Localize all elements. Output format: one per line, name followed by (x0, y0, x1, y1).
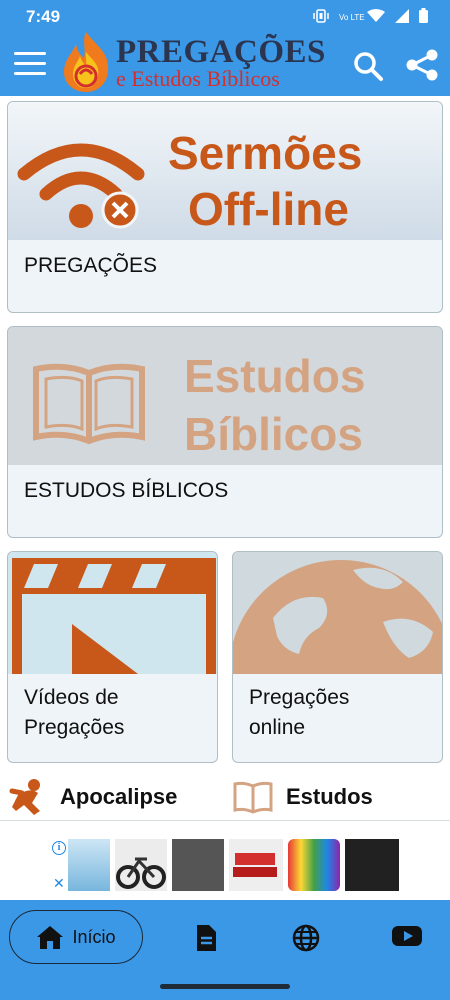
menu-button[interactable] (14, 52, 46, 78)
banner-line2: Bíblicos (184, 408, 363, 460)
video-clapper-icon (12, 558, 216, 674)
menu-icon (14, 52, 46, 75)
running-figure-icon (9, 779, 40, 815)
card-label: PREGAÇÕES (24, 254, 158, 277)
banner-line1: Estudos (184, 350, 366, 402)
app-subtitle: e Estudos Bíblicos (116, 66, 280, 91)
home-icon (37, 926, 64, 949)
ad-product-image (172, 839, 224, 891)
banner-line2: Off-line (188, 183, 349, 235)
gesture-bar (0, 976, 450, 1000)
wifi-off-icon (17, 143, 145, 229)
video-banner (8, 552, 217, 674)
wifi-status-icon (367, 8, 385, 28)
book-icon (33, 363, 145, 445)
ad-info-icon[interactable]: i (52, 841, 66, 855)
status-icons: Vo LTE (313, 8, 428, 28)
document-icon (197, 925, 216, 951)
card-label-line2: online (249, 716, 306, 739)
shortcut-estudos[interactable]: Estudos (232, 775, 373, 819)
divider (0, 820, 450, 821)
ad-close-icon[interactable]: ✕ (53, 875, 65, 892)
card-pregacoes[interactable]: Sermões Off-line PREGAÇÕES (7, 101, 443, 313)
card-videos-pregacoes[interactable]: Vídeos de Pregações (7, 551, 218, 763)
battery-icon (419, 8, 428, 28)
share-icon (406, 49, 438, 81)
nav-online-button[interactable] (292, 924, 322, 952)
shortcut-label: Apocalipse (60, 784, 178, 809)
nav-documents-button[interactable] (194, 924, 224, 952)
nav-youtube-button[interactable] (392, 924, 422, 952)
app-logo: PREGAÇÕES e Estudos Bíblicos (56, 32, 336, 94)
banner-line1: Sermões (168, 127, 363, 179)
estudos-biblicos-banner: Estudos Bíblicos (8, 327, 442, 465)
search-button[interactable] (352, 50, 384, 82)
card-label-line1: Pregações (249, 686, 350, 709)
card-estudos-biblicos[interactable]: Estudos Bíblicos ESTUDOS BÍBLICOS (7, 326, 443, 538)
youtube-icon (392, 926, 422, 946)
app-bar: PREGAÇÕES e Estudos Bíblicos (0, 32, 450, 96)
ad-product-image (229, 839, 283, 891)
share-button[interactable] (405, 48, 439, 82)
globe-icon (292, 924, 320, 952)
search-icon (354, 52, 383, 81)
network-label: Vo LTE (339, 13, 365, 22)
shortcut-apocalipse[interactable]: Apocalipse (8, 775, 177, 819)
bottom-nav: Início (0, 900, 450, 976)
signal-icon (395, 8, 409, 28)
card-pregacoes-online[interactable]: Pregações online (232, 551, 443, 763)
ad-banner[interactable]: i ✕ (50, 837, 400, 893)
shortcut-label: Estudos (286, 784, 373, 809)
card-label: ESTUDOS BÍBLICOS (24, 479, 229, 502)
home-gesture-pill[interactable] (160, 984, 290, 989)
status-time: 7:49 (26, 7, 61, 26)
nav-home-label: Início (72, 926, 116, 947)
ad-product-image (288, 839, 340, 891)
sermoes-offline-banner: Sermões Off-line (8, 102, 442, 240)
book-icon (233, 781, 273, 814)
ad-product-image (68, 839, 110, 891)
vibrate-icon (313, 8, 329, 28)
online-banner (233, 552, 442, 674)
globe-icon (233, 560, 442, 674)
flame-logo-icon (64, 32, 109, 92)
ad-product-image (345, 839, 399, 891)
card-label-line2: Pregações (24, 716, 125, 739)
status-bar: 7:49 Vo LTE (0, 0, 450, 34)
card-label-line1: Vídeos de (24, 686, 119, 709)
nav-home-button[interactable]: Início (9, 910, 143, 964)
ad-product-image (115, 839, 167, 891)
